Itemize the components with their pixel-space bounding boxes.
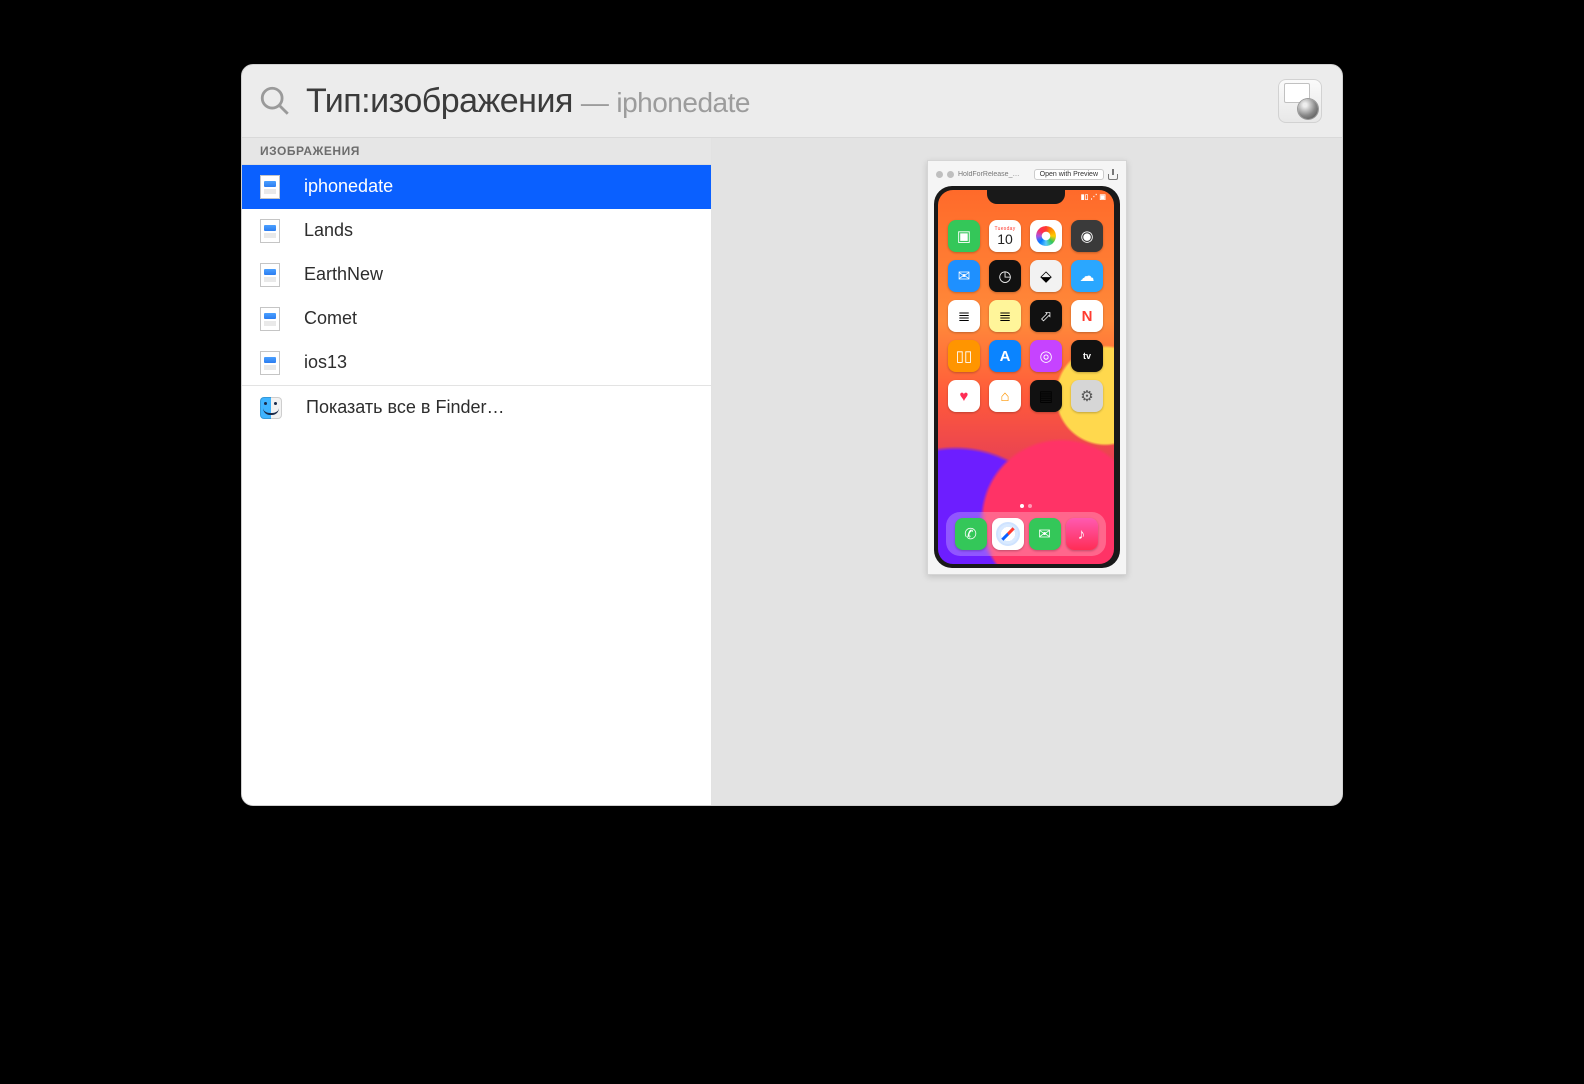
mail-icon: ✉ (948, 260, 980, 292)
signal-wifi-battery-icon: ▮▯ ⋰ ▣ (1081, 193, 1106, 201)
result-name: iphonedate (304, 176, 393, 197)
notes-icon: ≣ (989, 300, 1021, 332)
result-row[interactable]: ios13 (242, 341, 711, 385)
facetime-icon: ▣ (948, 220, 980, 252)
maps-icon: ⬙ (1030, 260, 1062, 292)
health-icon: ♥ (948, 380, 980, 412)
show-all-in-finder[interactable]: Показать все в Finder… (242, 386, 711, 430)
preview-toolbar: HoldForRelease_… Open with Preview (934, 167, 1120, 186)
photos-icon (1030, 220, 1062, 252)
window-control-icon (936, 171, 943, 178)
search-icon (258, 84, 292, 118)
open-with-preview-button[interactable]: Open with Preview (1034, 169, 1104, 180)
image-file-icon (260, 307, 280, 331)
search-separator: — (581, 87, 609, 119)
result-name: Comet (304, 308, 357, 329)
finder-icon (260, 397, 282, 419)
phone-icon: ✆ (955, 518, 987, 550)
dock: ✆ ✉ ♪ (946, 512, 1106, 556)
image-file-icon (260, 263, 280, 287)
calendar-icon: Tuesday 10 (989, 220, 1021, 252)
camera-icon: ◉ (1071, 220, 1103, 252)
result-row[interactable]: iphonedate (242, 165, 711, 209)
spotlight-window: Тип:изображения — iphonedate ИЗОБРАЖЕНИЯ… (241, 64, 1343, 806)
home-icon: ⌂ (989, 380, 1021, 412)
wallet-icon: ▤ (1030, 380, 1062, 412)
search-bar[interactable]: Тип:изображения — iphonedate (242, 65, 1342, 138)
stocks-icon: ⬀ (1030, 300, 1062, 332)
books-icon: ▯▯ (948, 340, 980, 372)
home-screen-grid: ▣ Tuesday 10 ◉ ✉ ◷ ⬙ ☁ ≣ (948, 220, 1104, 412)
news-icon: N (1071, 300, 1103, 332)
search-token: Тип:изображения (306, 82, 573, 121)
reminders-icon: ≣ (948, 300, 980, 332)
safari-icon (992, 518, 1024, 550)
preview-app-icon (1278, 79, 1322, 123)
iphone-frame: ▮▯ ⋰ ▣ ▣ Tuesday 10 ◉ ✉ ◷ ⬙ (934, 186, 1120, 568)
music-icon: ♪ (1066, 518, 1098, 550)
page-dots (938, 504, 1114, 508)
weather-icon: ☁ (1071, 260, 1103, 292)
image-file-icon (260, 219, 280, 243)
status-bar: ▮▯ ⋰ ▣ (946, 193, 1106, 201)
result-name: Lands (304, 220, 353, 241)
result-row[interactable]: Lands (242, 209, 711, 253)
settings-icon: ⚙ (1071, 380, 1103, 412)
podcasts-icon: ◎ (1030, 340, 1062, 372)
share-icon[interactable] (1108, 170, 1118, 180)
results-list: ИЗОБРАЖЕНИЯ iphonedate Lands EarthNew Co… (242, 138, 712, 805)
window-control-icon (947, 171, 954, 178)
result-name: ios13 (304, 352, 347, 373)
appstore-icon: A (989, 340, 1021, 372)
messages-icon: ✉ (1029, 518, 1061, 550)
result-group-header: ИЗОБРАЖЕНИЯ (242, 138, 711, 165)
preview-thumbnail[interactable]: HoldForRelease_… Open with Preview ▮▯ ⋰ … (927, 160, 1127, 575)
preview-file-title: HoldForRelease_… (958, 171, 1030, 178)
search-query[interactable]: Тип:изображения — iphonedate (306, 82, 1264, 121)
preview-pane: HoldForRelease_… Open with Preview ▮▯ ⋰ … (712, 138, 1342, 805)
result-row[interactable]: Comet (242, 297, 711, 341)
result-row[interactable]: EarthNew (242, 253, 711, 297)
clock-icon: ◷ (989, 260, 1021, 292)
content-body: ИЗОБРАЖЕНИЯ iphonedate Lands EarthNew Co… (242, 138, 1342, 805)
show-all-label: Показать все в Finder… (306, 397, 504, 418)
result-name: EarthNew (304, 264, 383, 285)
results-scroll[interactable]: iphonedate Lands EarthNew Comet ios13 (242, 165, 711, 805)
iphone-screen: ▮▯ ⋰ ▣ ▣ Tuesday 10 ◉ ✉ ◷ ⬙ (938, 190, 1114, 564)
tv-icon: tv (1071, 340, 1103, 372)
image-file-icon (260, 175, 280, 199)
image-file-icon (260, 351, 280, 375)
search-term: iphonedate (616, 87, 750, 119)
